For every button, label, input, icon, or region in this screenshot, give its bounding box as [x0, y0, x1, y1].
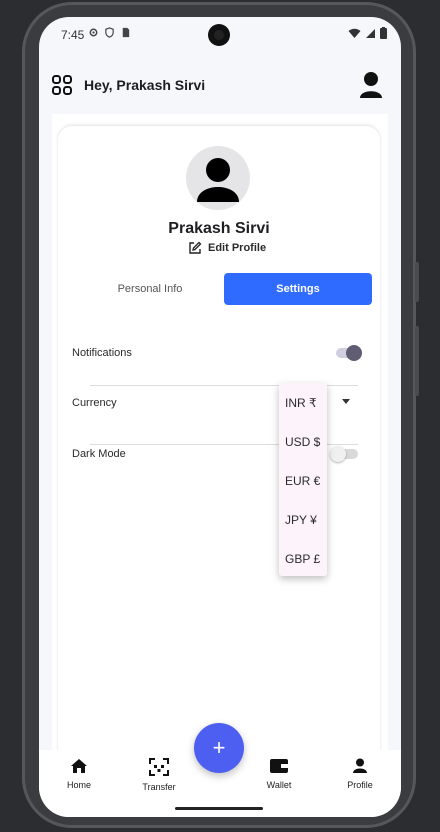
- front-camera: [208, 24, 230, 46]
- nav-home[interactable]: Home: [49, 758, 109, 790]
- profile-content: Prakash Sirvi Edit Profile Personal Info…: [52, 114, 388, 766]
- person-icon: [353, 758, 367, 773]
- dark-mode-toggle[interactable]: [330, 446, 358, 462]
- chevron-down-icon[interactable]: [342, 399, 350, 404]
- notifications-row: Notifications: [72, 332, 362, 376]
- edit-profile-button[interactable]: Edit Profile: [188, 241, 266, 255]
- notifications-toggle-knob: [346, 345, 362, 361]
- profile-card: Prakash Sirvi Edit Profile Personal Info…: [58, 126, 380, 766]
- avatar: [186, 146, 250, 210]
- nav-transfer[interactable]: Transfer: [129, 758, 189, 792]
- greeting-title: Hey, Prakash Sirvi: [84, 77, 206, 93]
- nav-profile[interactable]: Profile: [330, 758, 390, 790]
- dark-mode-label: Dark Mode: [72, 448, 126, 460]
- app-header: Hey, Prakash Sirvi: [39, 67, 401, 105]
- tab-personal-info[interactable]: Personal Info: [76, 273, 224, 305]
- edit-profile-label: Edit Profile: [208, 242, 267, 254]
- tab-settings[interactable]: Settings: [224, 273, 372, 305]
- sim-status-icon: [122, 27, 130, 38]
- currency-option[interactable]: USD $: [285, 435, 320, 449]
- nav-home-label: Home: [66, 780, 91, 790]
- person-icon[interactable]: [359, 71, 383, 99]
- wifi-icon: [348, 28, 361, 38]
- profile-name: Prakash Sirvi: [168, 220, 270, 237]
- nav-transfer-label: Transfer: [142, 782, 176, 792]
- qr-transfer-icon: [149, 758, 169, 776]
- volume-button: [415, 262, 419, 302]
- currency-option[interactable]: EUR €: [285, 474, 320, 488]
- dark-mode-toggle-knob: [330, 446, 346, 462]
- currency-option[interactable]: GBP £: [285, 552, 320, 566]
- notifications-toggle[interactable]: [336, 345, 362, 361]
- screen: 7:45 Hey, Prakash Sirvi Prakash Sirvi Ed…: [39, 17, 401, 817]
- avatar-person-icon: [197, 158, 239, 202]
- settings-status-icon: [89, 28, 98, 37]
- nav-profile-label: Profile: [347, 780, 373, 790]
- shield-status-icon: [105, 27, 114, 38]
- edit-icon: [189, 241, 202, 254]
- signal-icon: [366, 28, 375, 38]
- wallet-icon: [270, 759, 288, 773]
- nav-wallet[interactable]: Wallet: [249, 758, 309, 790]
- plus-icon: +: [212, 735, 226, 760]
- status-bar: 7:45: [39, 17, 401, 53]
- home-icon: [71, 759, 87, 773]
- grid-icon[interactable]: [52, 75, 72, 95]
- currency-option[interactable]: JPY ¥: [285, 513, 317, 527]
- power-button: [415, 326, 419, 396]
- currency-option[interactable]: INR ₹: [285, 396, 317, 410]
- profile-tabs: Personal Info Settings: [76, 273, 372, 305]
- nav-wallet-label: Wallet: [266, 780, 292, 790]
- battery-icon: [380, 27, 387, 39]
- home-indicator[interactable]: [175, 807, 263, 810]
- notifications-label: Notifications: [72, 347, 132, 359]
- currency-dropdown-menu: INR ₹ USD $ EUR € JPY ¥ GBP £: [279, 383, 327, 576]
- status-time: 7:45: [61, 28, 85, 42]
- currency-label: Currency: [72, 397, 117, 409]
- add-button[interactable]: +: [194, 723, 244, 773]
